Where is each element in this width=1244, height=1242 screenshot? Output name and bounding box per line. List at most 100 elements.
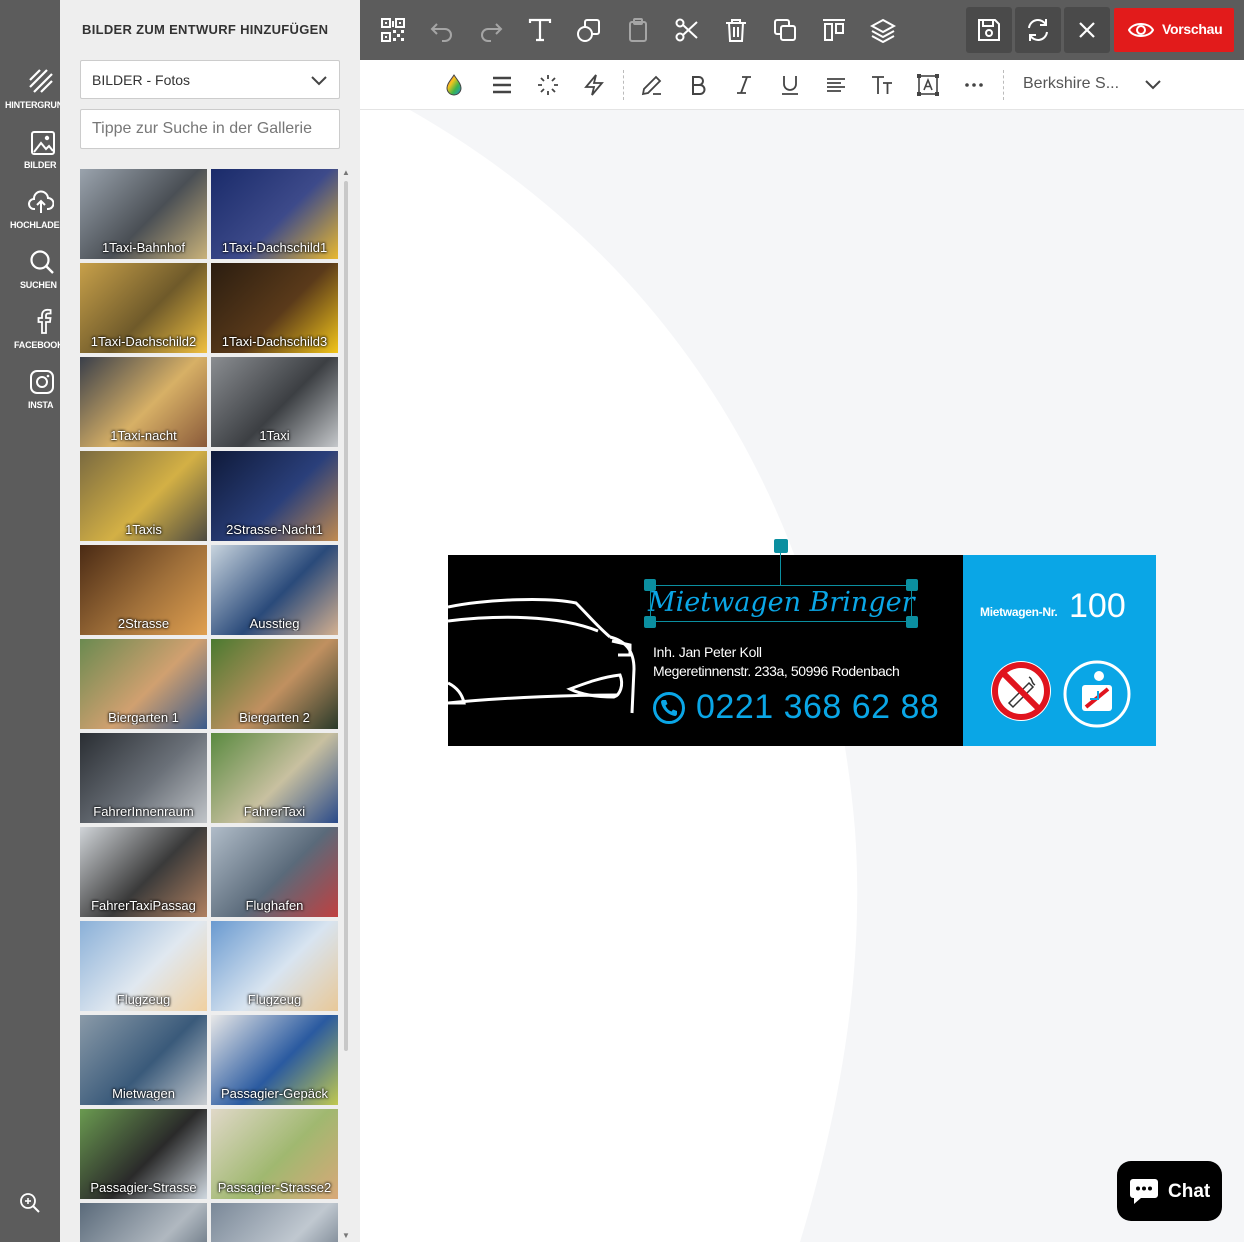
add-text-button[interactable] bbox=[525, 15, 555, 45]
pencil-icon bbox=[641, 75, 662, 96]
italic-icon bbox=[737, 76, 751, 94]
zoom-in-icon[interactable] bbox=[19, 1192, 41, 1214]
resize-handle-bottom-left[interactable] bbox=[644, 616, 656, 628]
animate-button[interactable] bbox=[581, 72, 607, 98]
design-canvas[interactable]: Mietwagen Bringer Inh. Jan Peter Koll Me… bbox=[360, 110, 1244, 1242]
undo-button[interactable] bbox=[427, 15, 457, 45]
chevron-down-icon bbox=[311, 76, 327, 86]
resize-handle-top-right[interactable] bbox=[906, 579, 918, 591]
layers-button[interactable] bbox=[868, 15, 898, 45]
design-address-text[interactable]: Megeretinnenstr. 233a, 50996 Rodenbach bbox=[653, 663, 900, 679]
bold-button[interactable] bbox=[685, 72, 711, 98]
facebook-icon bbox=[37, 308, 52, 334]
resize-handle-bottom-right[interactable] bbox=[906, 616, 918, 628]
gallery-thumbnail[interactable]: Biergarten 2 bbox=[211, 639, 338, 729]
text-align-button[interactable] bbox=[823, 72, 849, 98]
rail-item-facebook[interactable]: FACEBOOK bbox=[0, 300, 60, 360]
qr-code-button[interactable] bbox=[378, 15, 408, 45]
gallery-thumbnail-label: FahrerTaxi bbox=[243, 804, 306, 819]
gallery-thumbnail[interactable]: 1Taxi-nacht bbox=[80, 357, 207, 447]
gallery-thumbnail[interactable]: Flughafen bbox=[211, 827, 338, 917]
gallery-thumbnail[interactable]: 1Taxis bbox=[80, 451, 207, 541]
chevron-down-icon[interactable] bbox=[1144, 77, 1162, 91]
design-phone-number[interactable]: 0221 368 62 88 bbox=[696, 688, 939, 727]
gallery-thumbnail[interactable]: Passagier-Strasse2 bbox=[211, 1109, 338, 1199]
design-number-value[interactable]: 100 bbox=[1069, 587, 1126, 626]
gallery-thumbnail[interactable]: FahrerTaxiPassag bbox=[80, 827, 207, 917]
design-info-panel: Mietwagen-Nr. 100 bbox=[963, 555, 1156, 746]
gallery-thumbnail[interactable]: Passagier-Strasse bbox=[80, 1109, 207, 1199]
duplicate-button[interactable] bbox=[770, 15, 800, 45]
color-button[interactable] bbox=[441, 72, 467, 98]
underline-button[interactable] bbox=[777, 72, 803, 98]
resize-handle-top-left[interactable] bbox=[644, 579, 656, 591]
gallery-thumbnail[interactable] bbox=[80, 1203, 207, 1242]
gallery-thumbnail[interactable]: 2Strasse-Nacht1 bbox=[211, 451, 338, 541]
refresh-button[interactable] bbox=[1015, 7, 1061, 53]
rail-item-instagram[interactable]: INSTA bbox=[0, 360, 60, 420]
font-size-button[interactable] bbox=[869, 72, 895, 98]
gallery-scrollbar[interactable]: ▲ ▼ bbox=[342, 169, 350, 1242]
instagram-icon bbox=[30, 370, 54, 394]
gallery-thumbnail[interactable]: Biergarten 1 bbox=[80, 639, 207, 729]
duplicate-icon bbox=[774, 19, 796, 41]
rail-item-upload[interactable]: HOCHLADEN bbox=[0, 180, 60, 240]
passenger-seat-icon[interactable] bbox=[1062, 659, 1132, 729]
gallery-thumbnail-label: Flugzeug bbox=[247, 992, 302, 1007]
redo-button[interactable] bbox=[476, 15, 506, 45]
preview-label: Vorschau bbox=[1162, 21, 1223, 37]
paste-button[interactable] bbox=[623, 15, 653, 45]
delete-button[interactable] bbox=[721, 15, 751, 45]
category-select[interactable]: BILDER - Fotos bbox=[80, 60, 340, 99]
gallery-thumbnail[interactable]: 1Taxi-Dachschild1 bbox=[211, 169, 338, 259]
preview-button[interactable]: Vorschau bbox=[1114, 8, 1234, 52]
gallery-thumbnail-label: 1Taxi-Dachschild2 bbox=[90, 334, 197, 349]
gallery-thumbnail[interactable]: FahrerTaxi bbox=[211, 733, 338, 823]
no-smoking-icon[interactable] bbox=[989, 659, 1053, 723]
gallery-thumbnail[interactable]: 1Taxi bbox=[211, 357, 338, 447]
close-icon bbox=[1079, 22, 1095, 38]
close-button[interactable] bbox=[1064, 7, 1110, 53]
scroll-up-icon[interactable]: ▲ bbox=[342, 169, 350, 177]
gallery-thumbnail[interactable]: 1Taxi-Bahnhof bbox=[80, 169, 207, 259]
background-icon bbox=[29, 69, 53, 93]
gallery-thumbnail[interactable]: Flugzeug bbox=[80, 921, 207, 1011]
search-icon bbox=[30, 250, 54, 274]
gallery-search-input[interactable] bbox=[80, 109, 340, 149]
align-button[interactable] bbox=[819, 15, 849, 45]
font-select-value[interactable]: Berkshire S... bbox=[1023, 75, 1119, 93]
gallery-thumbnail[interactable]: Mietwagen bbox=[80, 1015, 207, 1105]
menu-lines-icon bbox=[493, 76, 511, 94]
text-size-icon bbox=[872, 76, 892, 94]
effects-button[interactable] bbox=[535, 72, 561, 98]
gallery-thumbnail[interactable]: Flugzeug bbox=[211, 921, 338, 1011]
italic-button[interactable] bbox=[731, 72, 757, 98]
rail-item-background[interactable]: HINTERGRUND bbox=[0, 60, 60, 120]
more-button[interactable] bbox=[961, 72, 987, 98]
design-banner[interactable]: Mietwagen Bringer Inh. Jan Peter Koll Me… bbox=[448, 539, 1156, 746]
line-spacing-button[interactable] bbox=[489, 72, 515, 98]
gallery-thumbnail[interactable]: 2Strasse bbox=[80, 545, 207, 635]
cut-button[interactable] bbox=[672, 15, 702, 45]
text-box-button[interactable] bbox=[915, 72, 941, 98]
gallery-thumbnail-label: 1Taxi-nacht bbox=[110, 428, 177, 443]
main-toolbar: Vorschau bbox=[360, 0, 1244, 60]
edit-button[interactable] bbox=[639, 72, 665, 98]
gallery-thumbnail[interactable]: Ausstieg bbox=[211, 545, 338, 635]
rotate-handle[interactable] bbox=[774, 539, 788, 553]
scroll-down-icon[interactable]: ▼ bbox=[342, 1232, 350, 1240]
design-number-label[interactable]: Mietwagen-Nr. bbox=[980, 605, 1058, 619]
gallery-thumbnail[interactable]: FahrerInnenraum bbox=[80, 733, 207, 823]
gallery-thumbnail[interactable]: 1Taxi-Dachschild3 bbox=[211, 263, 338, 353]
add-shape-button[interactable] bbox=[574, 15, 604, 45]
chat-button[interactable]: Chat bbox=[1117, 1161, 1222, 1221]
rail-item-images[interactable]: BILDER bbox=[0, 120, 60, 180]
scrollbar-thumb[interactable] bbox=[344, 181, 348, 1051]
gallery-thumbnail[interactable]: 1Taxi-Dachschild2 bbox=[80, 263, 207, 353]
design-owner-text[interactable]: Inh. Jan Peter Koll bbox=[653, 644, 762, 660]
car-outline-graphic bbox=[448, 598, 636, 714]
save-button[interactable] bbox=[966, 7, 1012, 53]
gallery-thumbnail[interactable] bbox=[211, 1203, 338, 1242]
rail-item-search[interactable]: SUCHEN bbox=[0, 240, 60, 300]
gallery-thumbnail[interactable]: Passagier-Gepäck bbox=[211, 1015, 338, 1105]
